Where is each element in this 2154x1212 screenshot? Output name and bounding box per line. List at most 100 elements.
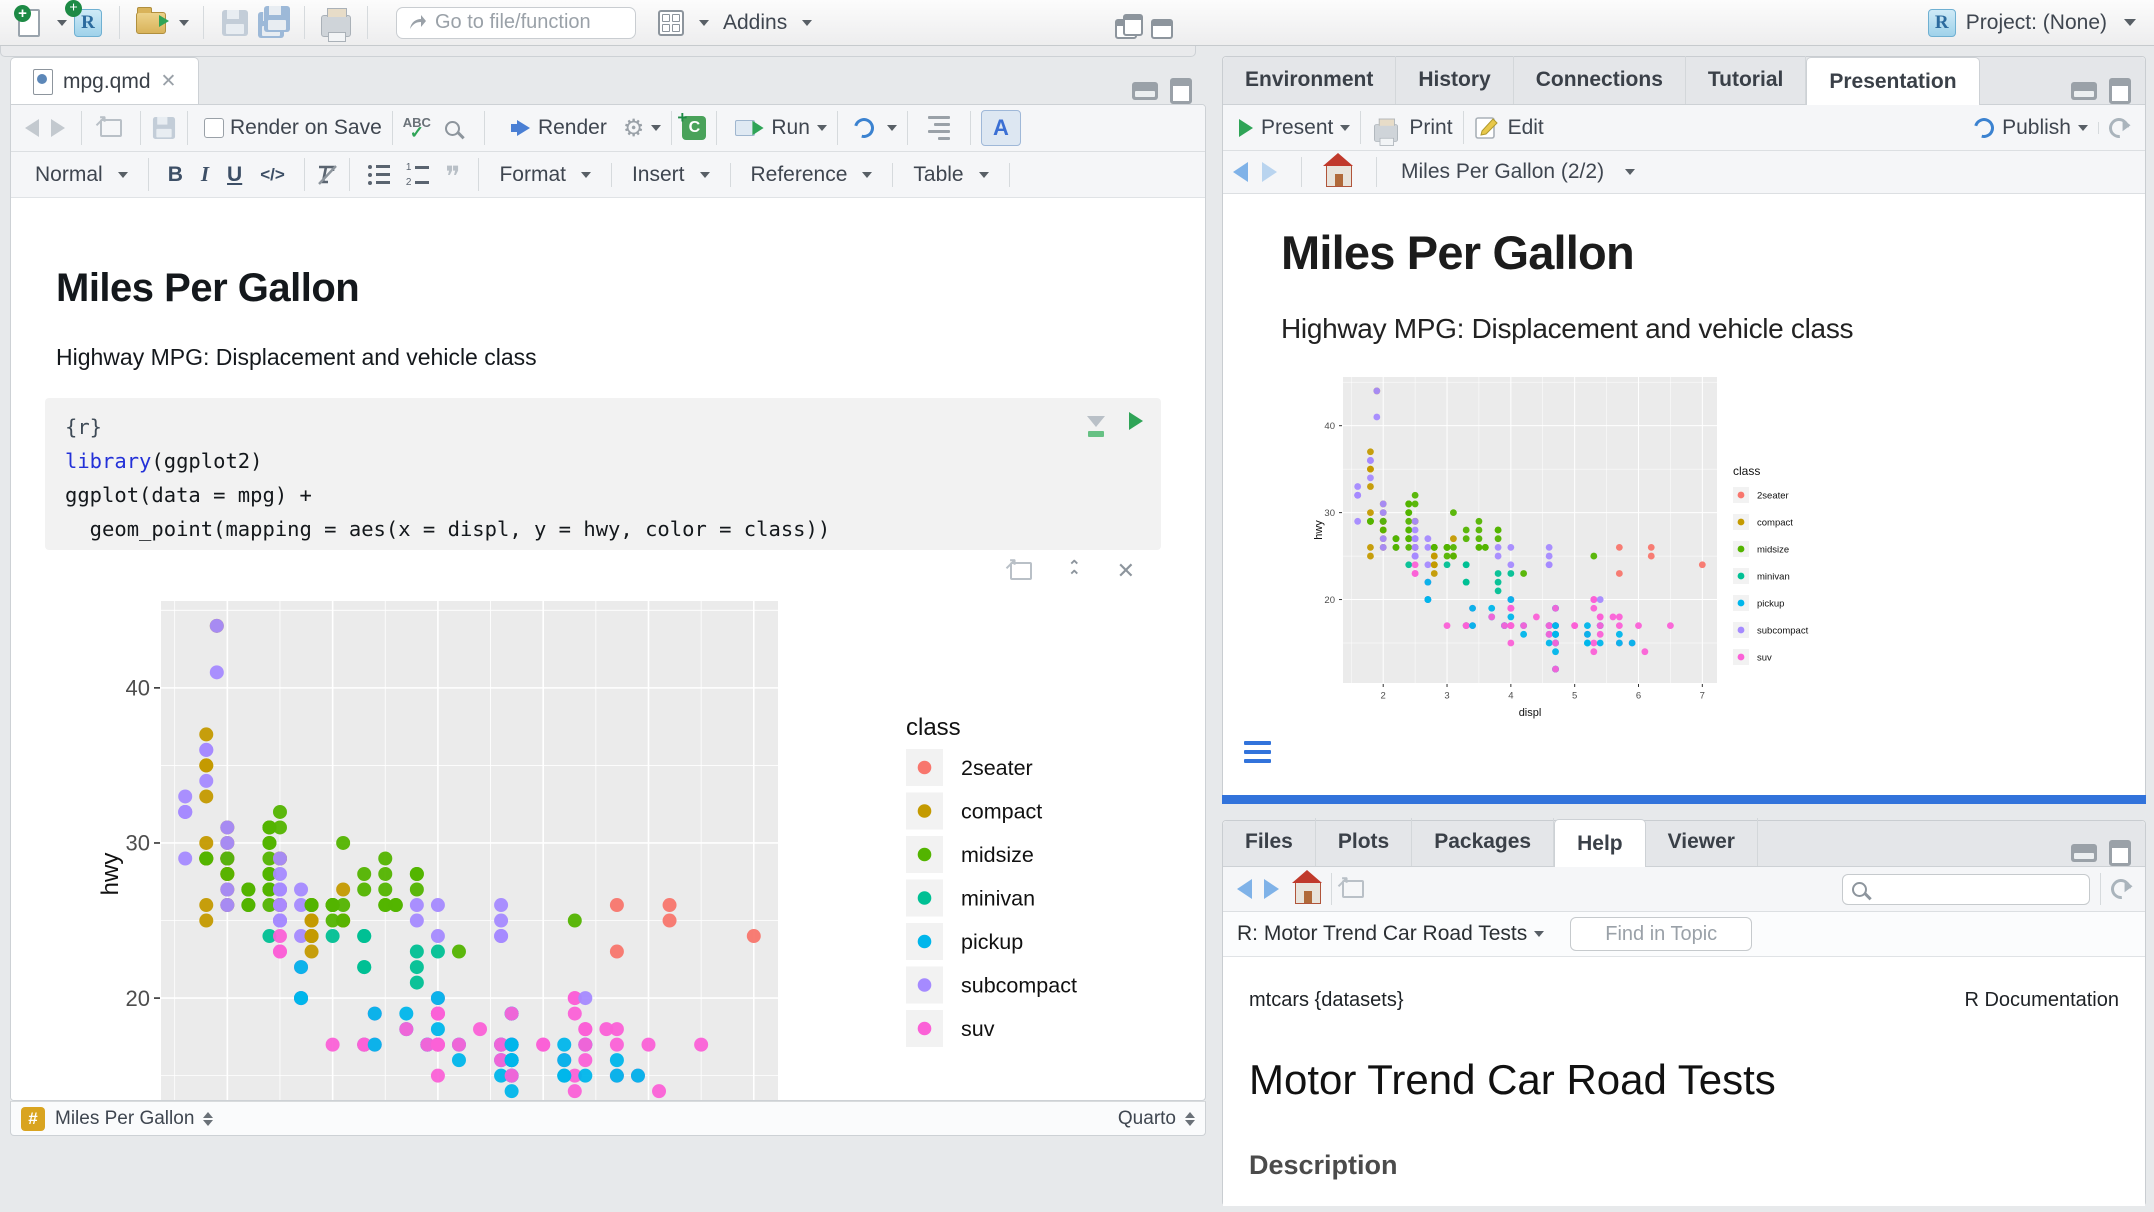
forward-icon[interactable] bbox=[51, 119, 65, 137]
edit-icon[interactable] bbox=[1474, 115, 1500, 141]
popout-icon[interactable] bbox=[100, 119, 122, 137]
tab-viewer[interactable]: Viewer bbox=[1646, 818, 1758, 866]
run-arrow-icon[interactable] bbox=[753, 121, 764, 135]
numbered-list-icon[interactable]: 12 bbox=[406, 162, 430, 188]
print-slides-icon[interactable] bbox=[1374, 124, 1398, 142]
remove-output-icon[interactable]: ✕ bbox=[1117, 558, 1135, 584]
minimize-pane-icon[interactable] bbox=[2071, 82, 2097, 100]
slide-back-icon[interactable] bbox=[1233, 162, 1248, 182]
maximize-pane-icon[interactable] bbox=[2109, 78, 2131, 104]
open-file-button[interactable] bbox=[134, 6, 168, 40]
tab-mpg-qmd[interactable]: mpg.qmd ✕ bbox=[10, 57, 199, 105]
save-doc-icon[interactable] bbox=[153, 117, 175, 139]
help-topic-caret-icon[interactable] bbox=[1534, 931, 1544, 937]
tab-files[interactable]: Files bbox=[1223, 818, 1316, 866]
addins-menu[interactable]: Addins bbox=[713, 5, 822, 41]
refresh-presentation-icon[interactable] bbox=[2105, 113, 2133, 141]
run-chunks-above-icon[interactable] bbox=[1087, 416, 1105, 427]
paragraph-style-select[interactable]: Normal bbox=[25, 157, 138, 193]
rerun-icon[interactable] bbox=[850, 114, 877, 141]
menu-table[interactable]: Table bbox=[903, 157, 998, 193]
publish-caret-icon[interactable] bbox=[2078, 125, 2088, 131]
help-search-box[interactable] bbox=[1842, 874, 2090, 905]
code-line[interactable]: ggplot(data = mpg) + bbox=[65, 478, 1141, 512]
open-recent-caret-icon[interactable] bbox=[179, 20, 189, 26]
help-back-icon[interactable] bbox=[1237, 879, 1252, 899]
menu-reference[interactable]: Reference bbox=[741, 157, 883, 193]
home-icon[interactable] bbox=[1326, 165, 1352, 187]
slide-nav-caret-icon[interactable] bbox=[1625, 169, 1635, 175]
help-topic-select[interactable]: R: Motor Trend Car Road Tests bbox=[1237, 922, 1527, 946]
find-in-topic-input[interactable] bbox=[1570, 917, 1752, 951]
menu-insert[interactable]: Insert bbox=[622, 157, 720, 193]
new-file-caret-icon[interactable] bbox=[57, 20, 67, 26]
underline-icon[interactable]: U bbox=[218, 163, 251, 187]
bold-icon[interactable]: B bbox=[159, 163, 192, 187]
publish-icon[interactable] bbox=[1970, 114, 1997, 141]
bullet-list-icon[interactable] bbox=[368, 165, 390, 185]
tab-packages[interactable]: Packages bbox=[1412, 818, 1554, 866]
run-chunk-icon[interactable] bbox=[1129, 412, 1143, 430]
new-project-button[interactable]: R+ bbox=[71, 6, 105, 40]
expand-output-icon[interactable] bbox=[1010, 562, 1032, 580]
pane-layout-button[interactable] bbox=[654, 6, 688, 40]
minimize-pane-icon[interactable] bbox=[1132, 82, 1158, 100]
save-button[interactable] bbox=[218, 6, 252, 40]
present-icon[interactable] bbox=[1239, 119, 1253, 137]
tab-tutorial[interactable]: Tutorial bbox=[1686, 56, 1806, 104]
gear-icon[interactable]: ⚙ bbox=[623, 114, 645, 143]
minimize-pane-icon[interactable] bbox=[2071, 844, 2097, 862]
code-line[interactable]: library(ggplot2) bbox=[65, 444, 1141, 478]
help-document[interactable]: mtcars {datasets} R Documentation Motor … bbox=[1223, 957, 2145, 1206]
help-home-icon[interactable] bbox=[1295, 882, 1321, 904]
slide-menu-icon[interactable] bbox=[1244, 741, 1271, 763]
section-breadcrumb[interactable]: Miles Per Gallon bbox=[55, 1108, 194, 1130]
code-chunk[interactable]: {r}library(ggplot2)ggplot(data = mpg) + … bbox=[45, 398, 1161, 550]
section-selector-icon[interactable] bbox=[203, 1112, 213, 1126]
print-label[interactable]: Print bbox=[1409, 116, 1452, 140]
render-label[interactable]: Render bbox=[538, 116, 607, 140]
tab-environment[interactable]: Environment bbox=[1223, 56, 1396, 104]
document-canvas[interactable]: Miles Per Gallon Highway MPG: Displaceme… bbox=[11, 246, 1161, 1101]
present-caret-icon[interactable] bbox=[1340, 125, 1350, 131]
tab-connections[interactable]: Connections bbox=[1514, 56, 1686, 104]
help-forward-icon[interactable] bbox=[1264, 879, 1279, 899]
find-replace-icon[interactable] bbox=[445, 121, 460, 136]
help-search-input[interactable] bbox=[1875, 878, 2065, 900]
blockquote-icon[interactable]: ❞ bbox=[445, 169, 460, 187]
close-tab-icon[interactable]: ✕ bbox=[161, 70, 177, 93]
code-line[interactable]: {r} bbox=[65, 410, 1141, 444]
tab-plots[interactable]: Plots bbox=[1316, 818, 1412, 866]
clear-formatting-icon[interactable] bbox=[315, 163, 339, 187]
doc-mode-label[interactable]: Quarto bbox=[1118, 1108, 1176, 1130]
spellcheck-icon[interactable]: ABC✓ bbox=[403, 118, 431, 138]
tab-presentation[interactable]: Presentation bbox=[1806, 57, 1979, 105]
slide-preview[interactable]: Miles Per Gallon Highway MPG: Displaceme… bbox=[1223, 195, 2145, 795]
maximize-console-icon[interactable] bbox=[1151, 19, 1173, 39]
save-all-button[interactable] bbox=[256, 6, 290, 40]
render-options-caret-icon[interactable] bbox=[651, 125, 661, 131]
run-caret-icon[interactable] bbox=[817, 125, 827, 131]
maximize-pane-icon[interactable] bbox=[2109, 840, 2131, 866]
document-outline-icon[interactable] bbox=[928, 116, 950, 140]
help-popout-icon[interactable] bbox=[1342, 880, 1364, 898]
doc-mode-selector-icon[interactable] bbox=[1185, 1112, 1195, 1126]
collapse-output-icon[interactable]: ⌃⌃ bbox=[1068, 562, 1081, 581]
back-icon[interactable] bbox=[25, 119, 39, 137]
pane-layout-caret-icon[interactable] bbox=[699, 20, 709, 26]
new-file-button[interactable]: + bbox=[12, 6, 46, 40]
run-label[interactable]: Run bbox=[771, 116, 810, 140]
refresh-help-icon[interactable] bbox=[2107, 875, 2135, 903]
present-label[interactable]: Present bbox=[1261, 116, 1333, 140]
slide-forward-icon[interactable] bbox=[1262, 162, 1277, 182]
edit-label[interactable]: Edit bbox=[1508, 116, 1544, 140]
project-menu[interactable]: R Project: (None) bbox=[1928, 9, 2142, 37]
goto-file-search[interactable] bbox=[396, 7, 636, 39]
rerun-caret-icon[interactable] bbox=[887, 125, 897, 131]
goto-file-input[interactable] bbox=[435, 11, 615, 34]
insert-chunk-icon[interactable]: C bbox=[682, 116, 706, 140]
tab-help[interactable]: Help bbox=[1554, 819, 1646, 867]
visual-editor-toggle[interactable]: A bbox=[981, 110, 1021, 146]
inline-code-icon[interactable]: </> bbox=[251, 165, 294, 185]
publish-label[interactable]: Publish bbox=[2002, 116, 2071, 140]
